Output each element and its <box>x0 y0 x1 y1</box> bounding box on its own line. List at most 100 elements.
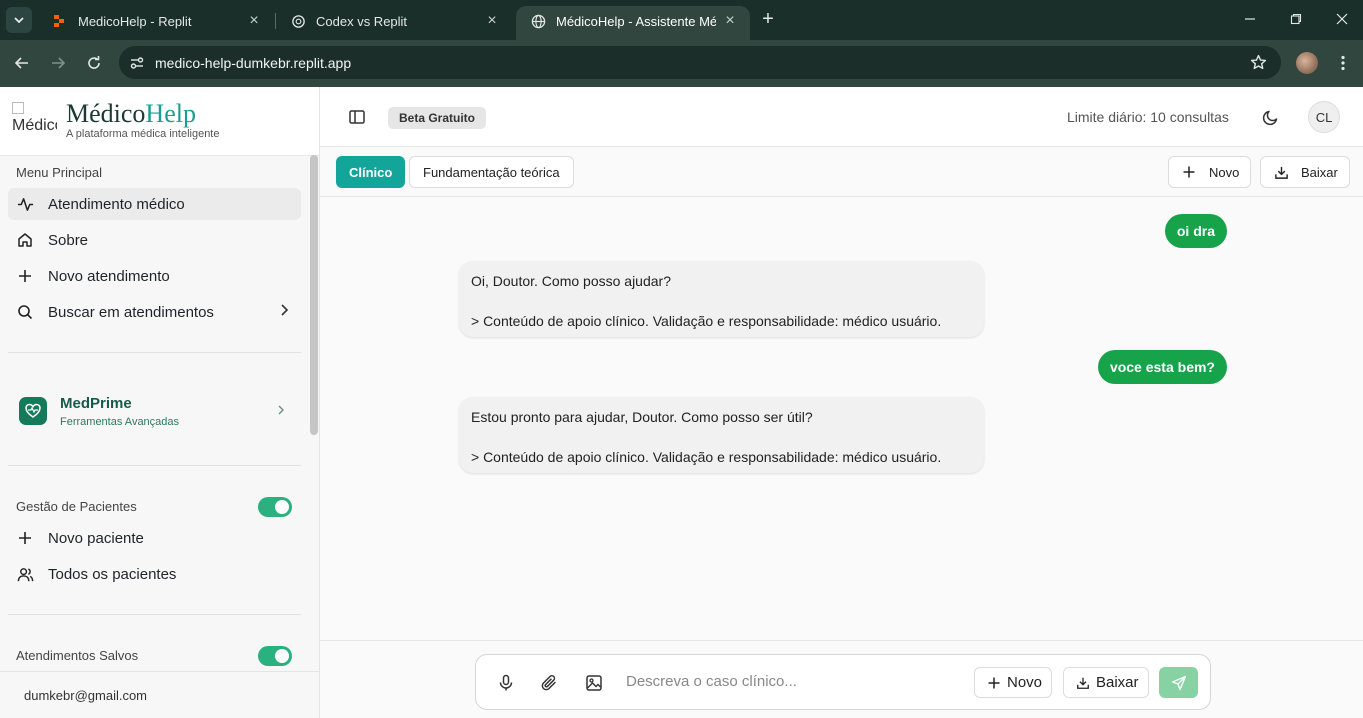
kebab-menu-icon[interactable] <box>1335 52 1351 74</box>
replit-icon <box>52 13 68 29</box>
users-icon <box>16 565 34 583</box>
user-message: voce esta bem? <box>1097 350 1227 384</box>
composer-download-button[interactable]: Baixar <box>1063 667 1149 698</box>
bookmark-star-icon[interactable] <box>1250 54 1267 74</box>
brand-name: MédicoHelp <box>66 99 196 129</box>
assistant-message-text: Estou pronto para ajudar, Doutor. Como p… <box>471 409 813 425</box>
app-root: Médico MédicoHelp A plataforma médica in… <box>0 87 1363 718</box>
medprime-subtitle: Ferramentas Avançadas <box>60 415 180 428</box>
menu-section-label: Menu Principal <box>16 165 102 180</box>
assistant-message: Oi, Doutor. Como posso ajudar? > Conteúd… <box>459 261 984 337</box>
tab-title: MédicoHelp - Assistente Médico <box>556 13 716 29</box>
mode-fundamentacao-button[interactable]: Fundamentação teórica <box>409 156 574 188</box>
browser-tab-codex[interactable]: Codex vs Replit × <box>276 6 512 36</box>
tab-title: MedicoHelp - Replit <box>78 13 192 29</box>
saved-section-label: Atendimentos Salvos <box>16 648 139 663</box>
medprime-title: MedPrime <box>60 394 132 412</box>
assistant-message-text: Oi, Doutor. Como posso ajudar? <box>471 273 671 289</box>
assistant-disclaimer: > Conteúdo de apoio clínico. Validação e… <box>471 449 942 465</box>
browser-tab-replit[interactable]: MedicoHelp - Replit × <box>38 6 274 36</box>
back-arrow-icon[interactable] <box>11 52 33 74</box>
download-icon <box>1076 676 1090 690</box>
logo-image: Médico <box>12 99 57 135</box>
plus-icon <box>16 267 34 285</box>
microphone-icon[interactable] <box>496 673 516 693</box>
sidebar-item-label: Buscar em atendimentos <box>48 303 214 321</box>
heart-shield-icon <box>19 397 47 425</box>
site-settings-icon[interactable] <box>119 55 155 71</box>
restore-icon[interactable] <box>1286 9 1306 29</box>
close-icon[interactable]: × <box>246 12 262 29</box>
chevron-down-icon <box>14 17 24 24</box>
sidebar-item-novo-paciente[interactable]: Novo paciente <box>8 522 301 554</box>
user-message: oi dra <box>1164 214 1227 248</box>
sidebar-divider <box>8 352 301 353</box>
close-window-icon[interactable] <box>1332 9 1352 29</box>
brand-name-part1: Médico <box>66 99 146 128</box>
sidebar-item-label: Sobre <box>48 231 89 249</box>
chevron-right-icon <box>275 403 287 419</box>
moon-icon[interactable] <box>1262 108 1280 126</box>
brand-name-part2: Help <box>145 99 196 128</box>
sidebar-divider <box>8 614 301 615</box>
new-button[interactable]: Novo <box>1168 156 1252 188</box>
sidebar-item-todos-pacientes[interactable]: Todos os pacientes <box>8 558 301 590</box>
composer-download-label: Baixar <box>1096 674 1139 691</box>
send-icon <box>1171 675 1186 690</box>
address-bar[interactable]: medico-help-dumkebr.replit.app <box>119 46 1281 79</box>
composer-area: Novo Baixar <box>320 640 1363 718</box>
browser-tab-medicohelp[interactable]: MédicoHelp - Assistente Médico × <box>516 6 750 40</box>
download-icon <box>1273 164 1289 180</box>
forward-arrow-icon[interactable] <box>47 52 69 74</box>
plus-icon <box>987 676 1001 690</box>
download-button[interactable]: Baixar <box>1260 156 1350 188</box>
assistant-disclaimer: > Conteúdo de apoio clínico. Validação e… <box>471 313 942 329</box>
sidebar-toggle-icon[interactable] <box>348 108 366 126</box>
send-button[interactable] <box>1159 667 1198 698</box>
sidebar-item-buscar[interactable]: Buscar em atendimentos <box>8 296 301 328</box>
globe-icon <box>530 13 546 29</box>
mode-clinico-button[interactable]: Clínico <box>336 156 406 188</box>
profile-avatar[interactable] <box>1296 52 1318 74</box>
sidebar-divider <box>8 465 301 466</box>
home-icon <box>16 231 34 249</box>
main-area: Beta Gratuito Limite diário: 10 consulta… <box>320 87 1363 718</box>
patients-toggle[interactable] <box>258 497 292 517</box>
tab-search-button[interactable] <box>6 7 32 33</box>
logo-alt-text: Médico <box>12 117 57 134</box>
close-icon[interactable]: × <box>722 12 738 29</box>
reload-icon[interactable] <box>83 52 105 74</box>
user-avatar[interactable]: CL <box>1308 101 1340 133</box>
new-tab-plus-icon[interactable]: + <box>757 8 779 30</box>
activity-icon <box>16 195 34 213</box>
search-icon <box>16 303 34 321</box>
top-header: Beta Gratuito Limite diário: 10 consulta… <box>320 87 1363 147</box>
minimize-icon[interactable] <box>1240 9 1260 29</box>
tab-title: Codex vs Replit <box>316 13 408 29</box>
close-icon[interactable]: × <box>484 12 500 29</box>
browser-toolbar: medico-help-dumkebr.replit.app <box>0 40 1363 87</box>
daily-limit-text: Limite diário: 10 consultas <box>1067 109 1229 125</box>
composer-new-button[interactable]: Novo <box>974 667 1053 698</box>
user-email: dumkebr@gmail.com <box>0 671 319 718</box>
sidebar-scrollbar[interactable] <box>310 155 318 435</box>
case-input[interactable] <box>626 673 956 690</box>
assistant-message: Estou pronto para ajudar, Doutor. Como p… <box>459 397 984 473</box>
brand-tagline: A plataforma médica inteligente <box>66 128 220 140</box>
sidebar-item-label: Atendimento médico <box>48 195 185 213</box>
image-icon[interactable] <box>584 673 604 693</box>
saved-toggle[interactable] <box>258 646 292 666</box>
beta-badge: Beta Gratuito <box>388 107 487 129</box>
sidebar-item-atendimento[interactable]: Atendimento médico <box>8 188 301 220</box>
sidebar-item-label: Novo atendimento <box>48 267 170 285</box>
sidebar-item-sobre[interactable]: Sobre <box>8 224 301 256</box>
new-button-label: Novo <box>1209 164 1240 180</box>
medprime-card[interactable]: MedPrime Ferramentas Avançadas <box>8 387 301 435</box>
openai-icon <box>290 13 306 29</box>
mode-toolbar: Clínico Fundamentação teórica Novo Baixa… <box>320 147 1363 197</box>
sidebar-item-novo-atendimento[interactable]: Novo atendimento <box>8 260 301 292</box>
composer-new-label: Novo <box>1007 674 1043 691</box>
paperclip-icon[interactable] <box>539 673 559 693</box>
sidebar: Médico MédicoHelp A plataforma médica in… <box>0 87 320 718</box>
broken-image-icon <box>12 101 24 114</box>
